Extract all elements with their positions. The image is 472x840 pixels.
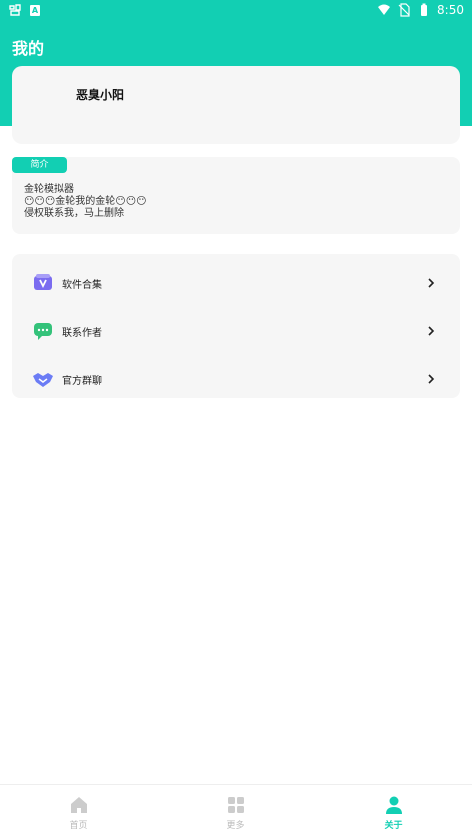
menu-label: 官方群聊 (62, 375, 102, 387)
intro-line: 金轮模拟器 (24, 184, 74, 195)
menu-card: 软件合集 联系作者 官方群聊 (12, 254, 460, 398)
chevron-right-icon (428, 278, 435, 288)
menu-item-official-group[interactable]: 官方群聊 (12, 355, 460, 403)
nav-label: 关于 (384, 821, 403, 831)
software-collection-icon (34, 274, 52, 290)
nav-about[interactable]: 关于 (315, 785, 472, 840)
status-time: 8:50 (437, 3, 464, 17)
menu-item-contact-author[interactable]: 联系作者 (12, 307, 460, 355)
intro-card: 简介 金轮模拟器 😶😶😶金轮我的金轮😶😶😶 侵权联系我，马上删除 (12, 157, 460, 234)
nav-home[interactable]: 首页 (0, 785, 157, 840)
nav-more[interactable]: 更多 (157, 785, 314, 840)
intro-badge: 简介 (12, 157, 67, 173)
chevron-right-icon (428, 326, 435, 336)
chat-icon (34, 323, 52, 340)
intro-line: 侵权联系我，马上删除 (24, 208, 124, 219)
status-bar: A 8:50 (0, 0, 472, 22)
battery-icon (421, 3, 428, 16)
username: 恶臭小阳 (76, 88, 125, 102)
bottom-nav: 首页 更多 关于 (0, 784, 472, 840)
person-icon (385, 796, 402, 814)
menu-label: 联系作者 (62, 327, 102, 339)
wifi-icon (378, 4, 391, 15)
status-left: A (8, 3, 40, 17)
a-badge-icon: A (30, 4, 40, 16)
page-title: 我的 (12, 39, 45, 58)
grid-icon (227, 797, 244, 813)
app-icon (9, 4, 21, 16)
handshake-icon (33, 373, 53, 387)
no-sim-icon (398, 3, 410, 17)
chevron-right-icon (428, 374, 435, 384)
profile-card[interactable]: 恶臭小阳 (12, 66, 460, 144)
intro-line: 😶😶😶金轮我的金轮😶😶😶 (24, 196, 147, 207)
nav-label: 首页 (69, 821, 88, 831)
menu-item-software-collection[interactable]: 软件合集 (12, 259, 460, 307)
nav-label: 更多 (226, 821, 245, 831)
status-right: 8:50 (377, 3, 464, 17)
intro-text: 金轮模拟器 😶😶😶金轮我的金轮😶😶😶 侵权联系我，马上删除 (24, 184, 147, 220)
home-icon (70, 797, 87, 813)
avatar[interactable] (28, 80, 68, 120)
menu-label: 软件合集 (62, 279, 102, 291)
